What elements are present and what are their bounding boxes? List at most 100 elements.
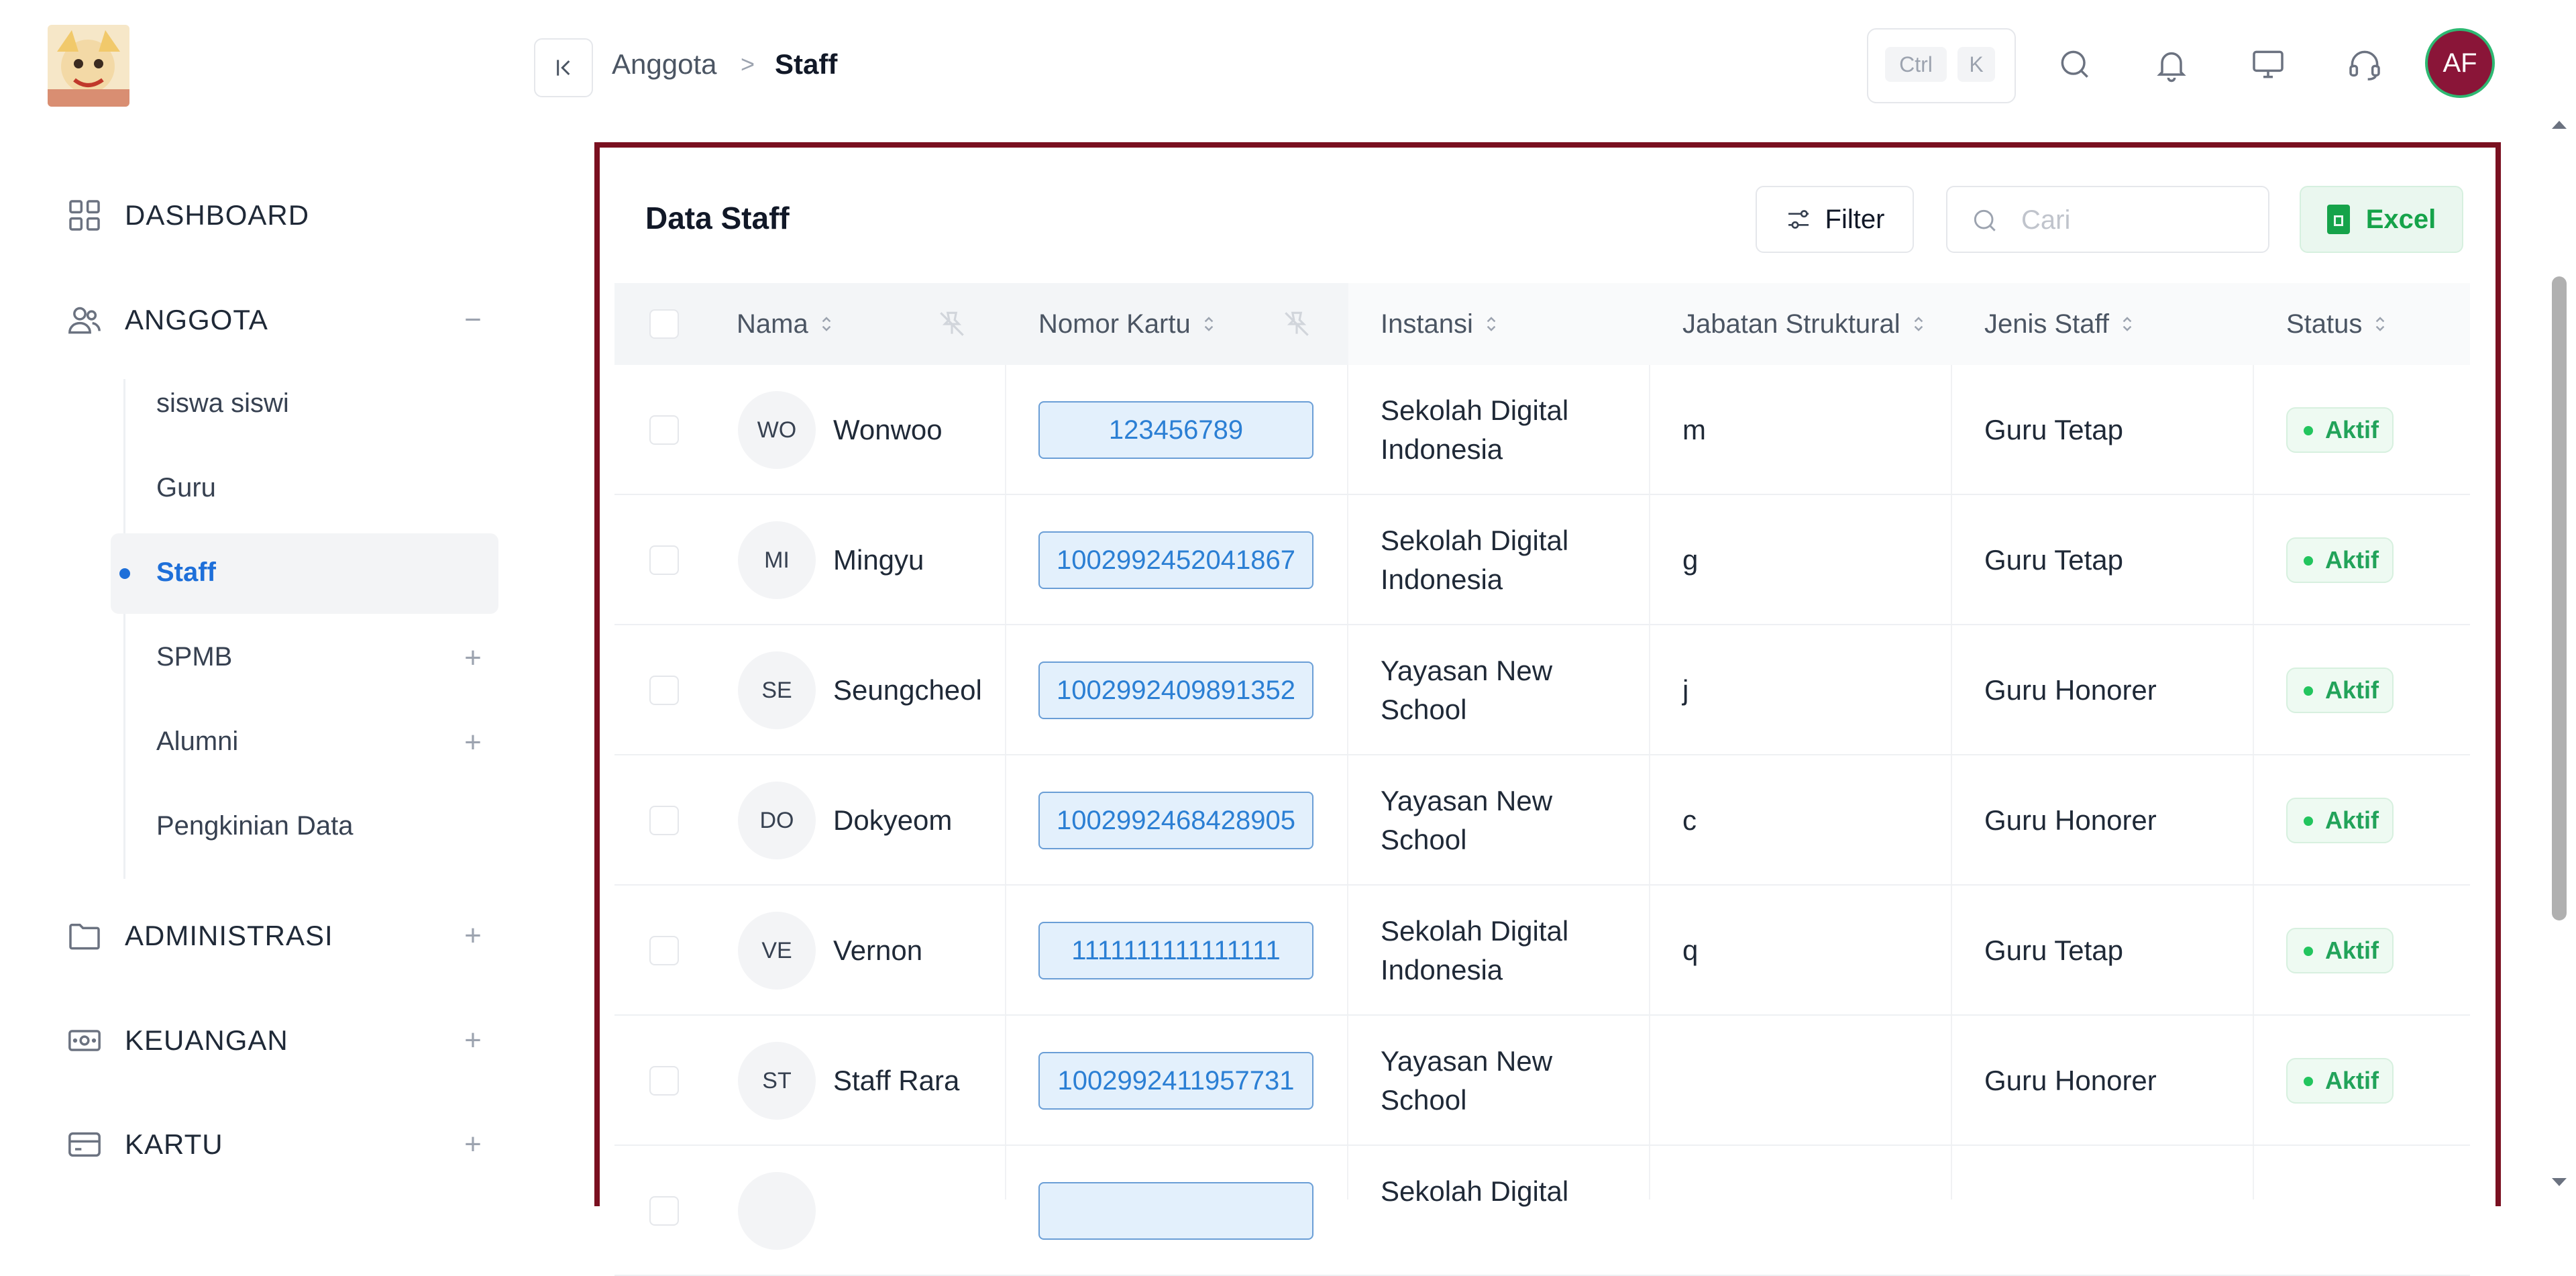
export-excel-button[interactable]: Excel <box>2300 186 2463 253</box>
column-divider <box>2253 365 2254 1200</box>
nav-dashboard[interactable]: DASHBOARD <box>66 189 309 242</box>
staff-name[interactable]: Staff Rara <box>833 1061 959 1101</box>
nav-keuangan-label: KEUANGAN <box>125 1024 288 1056</box>
instansi-cell: Yayasan New School <box>1381 1042 1635 1120</box>
sidebar-item-siswa-siswi[interactable]: siswa siswi <box>156 383 289 423</box>
breadcrumb-staff: Staff <box>775 48 838 80</box>
jabatan-cell: g <box>1682 544 1699 576</box>
status-label: Aktif <box>2325 676 2379 704</box>
column-divider <box>1005 365 1006 1200</box>
instansi-cell: Sekolah Digital Indonesia <box>1381 912 1635 990</box>
jabatan-cell: j <box>1682 674 1689 706</box>
column-header-nomor-kartu[interactable]: Nomor Kartu <box>1038 283 1215 365</box>
sidebar-item-alumni[interactable]: Alumni <box>156 721 238 761</box>
expand-kartu-icon[interactable]: + <box>460 1130 486 1159</box>
filter-button[interactable]: Filter <box>1756 186 1914 253</box>
table-row[interactable] <box>614 884 2470 886</box>
row-checkbox[interactable] <box>649 1196 679 1226</box>
select-all-checkbox[interactable] <box>649 309 679 339</box>
nav-kartu[interactable]: KARTU <box>66 1118 223 1171</box>
column-header-instansi[interactable]: Instansi <box>1381 283 1497 365</box>
status-badge: Aktif <box>2286 537 2394 583</box>
collapse-sidebar-button[interactable] <box>534 38 593 97</box>
scrollbar-thumb[interactable] <box>2552 276 2567 920</box>
staff-name[interactable]: Seungcheol <box>833 670 982 710</box>
card-number-badge[interactable] <box>1038 1182 1313 1240</box>
status-badge: Aktif <box>2286 668 2394 713</box>
sidebar-item-guru[interactable]: Guru <box>156 468 216 508</box>
monitor-icon[interactable] <box>2249 46 2287 83</box>
row-checkbox[interactable] <box>649 545 679 575</box>
column-divider <box>1347 365 1348 1200</box>
instansi-line: Yayasan New <box>1381 1045 1553 1077</box>
row-checkbox[interactable] <box>649 415 679 445</box>
sidebar-item-pengkinian-data[interactable]: Pengkinian Data <box>156 806 354 846</box>
table-row[interactable] <box>614 624 2470 625</box>
expand-administrasi-icon[interactable]: + <box>460 921 486 951</box>
search-field-icon <box>1974 209 1996 231</box>
column-header-nama[interactable]: Nama <box>737 283 833 365</box>
expand-keuangan-icon[interactable]: + <box>460 1026 486 1055</box>
scroll-up-icon[interactable] <box>2549 118 2569 131</box>
expand-alumni-icon[interactable]: + <box>460 728 486 757</box>
unpin-icon[interactable] <box>935 307 969 341</box>
sidebar-item-staff[interactable]: Staff <box>156 552 216 592</box>
instansi-line: School <box>1381 824 1467 855</box>
column-header-jenis-staff[interactable]: Jenis Staff <box>1984 283 2133 365</box>
nav-anggota[interactable]: ANGGOTA <box>66 293 268 347</box>
jenis-staff-cell: Guru Tetap <box>1984 414 2124 445</box>
search-icon[interactable] <box>2056 46 2094 83</box>
table-row[interactable] <box>614 1145 2470 1146</box>
instansi-line: Yayasan New <box>1381 785 1553 816</box>
status-dot-icon <box>2304 816 2313 826</box>
jabatan-cell: m <box>1682 414 1706 445</box>
excel-label: Excel <box>2365 204 2436 234</box>
row-checkbox[interactable] <box>649 1066 679 1096</box>
row-checkbox[interactable] <box>649 936 679 965</box>
headset-icon[interactable] <box>2346 46 2383 83</box>
staff-name[interactable]: Mingyu <box>833 540 924 580</box>
instansi-cell: Sekolah Digital <box>1381 1172 1635 1211</box>
filter-label: Filter <box>1825 204 1885 234</box>
card-number-badge[interactable]: 1002992409891352 <box>1038 661 1313 719</box>
nav-keuangan[interactable]: KEUANGAN <box>66 1014 288 1067</box>
column-header-jabatan-struktural[interactable]: Jabatan Struktural <box>1682 283 1925 365</box>
sidebar-item-spmb[interactable]: SPMB <box>156 637 232 677</box>
row-checkbox[interactable] <box>649 676 679 705</box>
collapse-anggota-icon[interactable]: − <box>460 305 486 335</box>
column-label-jenis-staff: Jenis Staff <box>1984 309 2110 339</box>
instansi-line: School <box>1381 694 1467 725</box>
status-label: Aktif <box>2325 1067 2379 1094</box>
card-number-badge[interactable]: 1002992468428905 <box>1038 792 1313 849</box>
column-header-status[interactable]: Status <box>2286 283 2386 365</box>
expand-spmb-icon[interactable]: + <box>460 643 486 673</box>
card-icon <box>66 1126 103 1163</box>
nav-administrasi[interactable]: ADMINISTRASI <box>66 909 333 963</box>
unpin-icon[interactable] <box>1280 307 1313 341</box>
table-row[interactable] <box>614 754 2470 755</box>
filter-sliders-icon <box>1788 210 1809 229</box>
card-number-badge[interactable]: 1002992411957731 <box>1038 1052 1313 1110</box>
breadcrumb-anggota[interactable]: Anggota <box>612 46 716 83</box>
status-label: Aktif <box>2325 546 2379 574</box>
instansi-cell: Yayasan New School <box>1381 651 1635 729</box>
sort-icon <box>1487 317 1496 331</box>
table-row[interactable] <box>614 1014 2470 1016</box>
card-number-badge[interactable]: 1002992452041867 <box>1038 531 1313 589</box>
kbd-k: K <box>1957 47 1995 82</box>
grid-icon <box>66 197 103 234</box>
staff-name[interactable]: Wonwoo <box>833 410 943 450</box>
jenis-staff-cell: Guru Honorer <box>1984 804 2157 836</box>
staff-name[interactable]: Dokyeom <box>833 800 952 841</box>
card-number-badge[interactable]: 123456789 <box>1038 401 1313 459</box>
app-logo[interactable] <box>48 25 129 107</box>
staff-name[interactable]: Vernon <box>833 931 922 971</box>
row-checkbox[interactable] <box>649 806 679 835</box>
search-box[interactable] <box>1946 186 2269 253</box>
search-input[interactable] <box>2020 201 2251 240</box>
bell-icon[interactable] <box>2153 46 2190 83</box>
table-row[interactable] <box>614 494 2470 495</box>
card-number-badge[interactable]: 1111111111111111 <box>1038 922 1313 979</box>
scroll-down-icon[interactable] <box>2549 1175 2569 1189</box>
user-avatar[interactable]: AF <box>2425 28 2495 98</box>
